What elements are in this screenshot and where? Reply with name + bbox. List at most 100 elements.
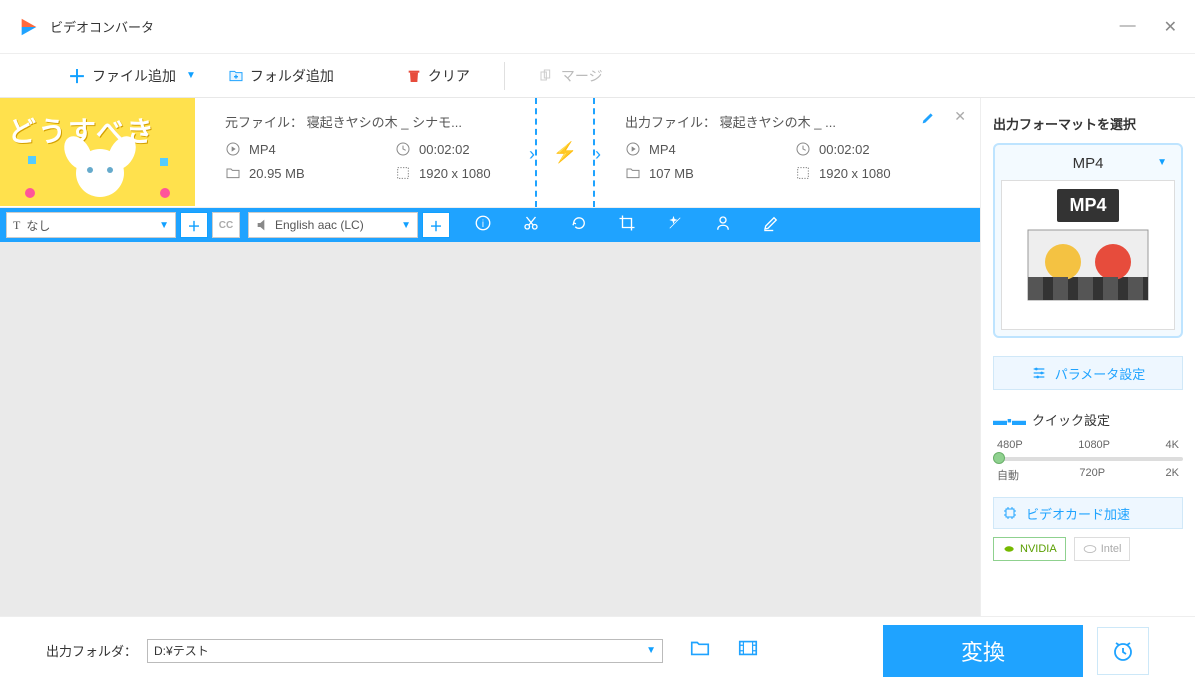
chip-icon	[1002, 505, 1018, 521]
src-size: 20.95 MB	[249, 166, 305, 181]
gpu-accel-button[interactable]: ビデオカード加速	[993, 497, 1183, 529]
toolbar-divider	[504, 62, 505, 90]
track-bar: T なし ▼ ＋ CC English aac (LC) ▼ ＋ i	[0, 208, 980, 242]
src-resolution: 1920 x 1080	[419, 166, 491, 181]
file-row[interactable]: どうすべき 元ファイル： 寝起きヤシの木 _ シナモ... MP4 00:02:…	[0, 98, 980, 208]
add-file-button[interactable]: ＋ ファイル追加 ▼	[60, 59, 204, 93]
folder-icon	[625, 165, 641, 181]
output-format-title: 出力フォーマットを選択	[993, 114, 1183, 133]
sliders-icon	[1031, 365, 1047, 381]
plus-icon: ＋	[68, 63, 86, 89]
format-card[interactable]: MP4 ▼ MP4	[993, 143, 1183, 338]
scale-1080p: 1080P	[1078, 439, 1110, 451]
scale-4k: 4K	[1166, 439, 1179, 451]
nvidia-icon	[1002, 542, 1016, 556]
convert-button[interactable]: 変換	[883, 625, 1083, 677]
open-folder-button[interactable]	[689, 637, 711, 665]
thumbnail-art	[0, 98, 195, 206]
remove-file-button[interactable]: ✕	[954, 108, 966, 125]
file-list: どうすべき 元ファイル： 寝起きヤシの木 _ シナモ... MP4 00:02:…	[0, 98, 980, 616]
audio-dropdown[interactable]: English aac (LC) ▼	[248, 212, 418, 238]
src-format: MP4	[249, 142, 276, 157]
scale-auto: 自動	[997, 467, 1019, 483]
merge-label: マージ	[561, 66, 603, 86]
merge-button: マージ	[531, 62, 611, 90]
clock-icon	[795, 141, 811, 157]
conversion-arrow: › ⚡ ›	[535, 98, 595, 207]
bottom-bar: 出力フォルダ： D:¥テスト ▼ 変換	[0, 616, 1195, 684]
scale-720p: 720P	[1079, 467, 1105, 483]
subtitle-dropdown[interactable]: T なし ▼	[6, 212, 176, 238]
format-icon	[225, 141, 241, 157]
sidebar: 出力フォーマットを選択 MP4 ▼ MP4 パラメータ設定 ▬▪▬ クイ	[980, 98, 1195, 616]
subtitle-edit-button[interactable]	[762, 214, 780, 237]
lightning-icon: ⚡	[553, 140, 578, 165]
chevron-down-icon: ▼	[1157, 157, 1167, 168]
alarm-icon	[1111, 639, 1135, 663]
cut-button[interactable]	[522, 214, 540, 237]
close-button[interactable]: ✕	[1164, 17, 1177, 37]
text-icon: T	[13, 218, 20, 233]
merge-icon	[539, 68, 555, 84]
chevron-down-icon: ▼	[401, 220, 411, 231]
source-title: 元ファイル： 寝起きヤシの木 _ シナモ...	[225, 112, 525, 131]
dimensions-icon	[795, 165, 811, 181]
chevron-down-icon: ▼	[646, 645, 656, 656]
output-folder-value: D:¥テスト	[154, 642, 209, 659]
crop-button[interactable]	[618, 214, 636, 237]
output-folder-dropdown[interactable]: D:¥テスト ▼	[147, 639, 663, 663]
info-button[interactable]: i	[474, 214, 492, 237]
intel-icon	[1083, 542, 1097, 556]
src-duration: 00:02:02	[419, 142, 470, 157]
subtitle-value: なし	[26, 217, 50, 234]
format-badge: MP4	[1057, 189, 1118, 222]
add-folder-label: フォルダ追加	[250, 66, 334, 86]
intel-badge[interactable]: Intel	[1074, 537, 1131, 561]
out-size: 107 MB	[649, 166, 694, 181]
output-folder-label: 出力フォルダ：	[46, 641, 137, 660]
add-audio-button[interactable]: ＋	[422, 212, 450, 238]
filmstrip-button[interactable]	[737, 637, 759, 665]
toolbar: ＋ ファイル追加 ▼ フォルダ追加 クリア マージ	[0, 54, 1195, 98]
minimize-button[interactable]: —	[1120, 17, 1136, 37]
output-title: 出力ファイル： 寝起きヤシの木 _ ...	[625, 112, 970, 131]
titlebar: ビデオコンバータ — ✕	[0, 0, 1195, 54]
chevron-down-icon: ▼	[159, 220, 169, 231]
add-folder-button[interactable]: フォルダ追加	[220, 62, 342, 90]
main-area: どうすべき 元ファイル： 寝起きヤシの木 _ シナモ... MP4 00:02:…	[0, 98, 1195, 616]
out-resolution: 1920 x 1080	[819, 166, 891, 181]
chevron-down-icon[interactable]: ▼	[186, 70, 196, 81]
clear-button[interactable]: クリア	[398, 62, 478, 90]
cc-button[interactable]: CC	[212, 212, 240, 238]
svg-text:i: i	[482, 218, 484, 229]
nvidia-badge[interactable]: NVIDIA	[993, 537, 1066, 561]
schedule-button[interactable]	[1097, 627, 1149, 675]
quick-settings-title: ▬▪▬ クイック設定	[993, 410, 1183, 429]
effects-button[interactable]	[666, 214, 684, 237]
clock-icon	[395, 141, 411, 157]
thumbnail[interactable]: どうすべき	[0, 98, 195, 206]
marker-icon: ▬▪▬	[993, 412, 1026, 428]
app-logo-icon	[18, 16, 40, 38]
scale-480p: 480P	[997, 439, 1023, 451]
folder-plus-icon	[228, 68, 244, 84]
resolution-slider[interactable]: 480P 1080P 4K 自動 720P 2K	[993, 439, 1183, 483]
scale-2k: 2K	[1166, 467, 1179, 483]
file-meta: 元ファイル： 寝起きヤシの木 _ シナモ... MP4 00:02:02 20.…	[195, 98, 980, 207]
out-format: MP4	[649, 142, 676, 157]
rotate-button[interactable]	[570, 214, 588, 237]
dimensions-icon	[395, 165, 411, 181]
parameter-settings-button[interactable]: パラメータ設定	[993, 356, 1183, 390]
format-preview-art	[1023, 222, 1153, 312]
audio-value: English aac (LC)	[275, 218, 364, 232]
format-dropdown[interactable]: MP4 ▼	[1001, 151, 1175, 176]
folder-icon	[225, 165, 241, 181]
slider-handle[interactable]	[993, 452, 1005, 464]
out-duration: 00:02:02	[819, 142, 870, 157]
add-file-label: ファイル追加	[92, 66, 176, 86]
edit-button[interactable]	[920, 110, 936, 129]
edit-tools: i	[474, 214, 780, 237]
app-title: ビデオコンバータ	[50, 17, 154, 36]
watermark-button[interactable]	[714, 214, 732, 237]
add-subtitle-button[interactable]: ＋	[180, 212, 208, 238]
